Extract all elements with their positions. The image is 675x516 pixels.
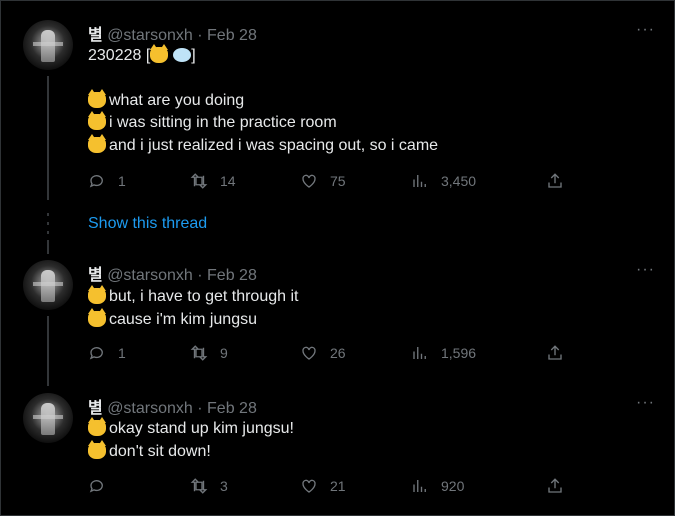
reply-icon	[89, 347, 103, 360]
tweet-actions: 3 21 920	[0, 477, 675, 497]
reply-icon	[89, 480, 103, 493]
tweet-date[interactable]: Feb 28	[207, 267, 257, 284]
share-icon	[548, 173, 562, 188]
thread-gap-dot	[47, 222, 49, 225]
share-icon	[548, 478, 562, 493]
cat-emoji-icon	[88, 111, 106, 130]
views-button[interactable]: 1,596	[411, 344, 476, 362]
separator-dot: ·	[197, 27, 203, 44]
share-button[interactable]	[546, 477, 564, 495]
more-options-icon[interactable]: ···	[636, 261, 655, 279]
tweet-date[interactable]: Feb 28	[207, 400, 257, 417]
tweet-header: 별 @starsonxh · Feb 28	[88, 261, 257, 285]
like-count: 26	[330, 345, 346, 361]
like-button[interactable]: 26	[300, 344, 346, 362]
reply-count: 1	[118, 173, 126, 189]
separator-dot: ·	[197, 267, 203, 284]
like-button[interactable]: 21	[300, 477, 346, 495]
retweet-icon	[190, 345, 208, 361]
tweet-line-row: but, i have to get through it	[88, 285, 299, 309]
user-handle[interactable]: @starsonxh	[107, 27, 193, 44]
tweet-line: i was sitting in the practice room	[109, 114, 337, 131]
more-options-icon[interactable]: ···	[636, 21, 655, 39]
share-button[interactable]	[546, 172, 564, 190]
tweet-line: and i just realized i was spacing out, s…	[109, 137, 439, 154]
views-icon	[413, 480, 426, 492]
thought-balloon-icon	[173, 48, 192, 62]
views-button[interactable]: 920	[411, 477, 464, 495]
retweet-count: 3	[220, 478, 228, 494]
tweet-line-row: what are you doing	[88, 89, 245, 113]
tweet-line: okay stand up kim jungsu!	[109, 420, 294, 437]
display-name[interactable]: 별	[88, 267, 103, 284]
like-icon	[302, 174, 316, 188]
views-icon	[413, 175, 426, 187]
display-name[interactable]: 별	[88, 27, 103, 44]
tweet-line: 230228 [	[88, 47, 151, 64]
tweet-line-row: okay stand up kim jungsu!	[88, 417, 294, 441]
retweet-button[interactable]: 14	[190, 172, 236, 190]
tweet-line: but, i have to get through it	[109, 288, 299, 305]
views-button[interactable]: 3,450	[411, 172, 476, 190]
cat-emoji-icon	[88, 285, 106, 304]
tweet-header: 별 @starsonxh · Feb 28	[88, 21, 257, 45]
avatar[interactable]	[23, 260, 73, 310]
like-button[interactable]: 75	[300, 172, 346, 190]
reply-button[interactable]	[88, 477, 118, 495]
separator-dot: ·	[197, 400, 203, 417]
thread-gap-dot	[47, 231, 49, 234]
cat-emoji-icon	[88, 440, 106, 459]
tweet-actions: 1 14 75 3,450	[0, 172, 675, 192]
retweet-count: 9	[220, 345, 228, 361]
views-icon	[413, 347, 426, 359]
retweet-button[interactable]: 3	[190, 477, 228, 495]
display-name[interactable]: 별	[88, 400, 103, 417]
views-count: 1,596	[441, 345, 477, 361]
reply-icon	[89, 175, 103, 188]
like-icon	[302, 479, 316, 493]
tweet-line: don't sit down!	[109, 443, 211, 460]
show-thread-link[interactable]: Show this thread	[88, 215, 207, 233]
avatar[interactable]	[23, 393, 73, 443]
tweet-text: 230228 []	[88, 44, 196, 68]
cat-emoji-icon	[88, 134, 106, 153]
tweet-line: what are you doing	[109, 92, 245, 109]
cat-emoji-icon	[88, 89, 106, 108]
tweet-line-row: don't sit down!	[88, 440, 211, 464]
tweet-actions: 1 9 26 1,596	[0, 344, 675, 364]
reply-button[interactable]: 1	[88, 172, 126, 190]
user-handle[interactable]: @starsonxh	[107, 400, 193, 417]
tweet-line: cause i'm kim jungsu	[109, 311, 257, 328]
more-options-icon[interactable]: ···	[636, 394, 655, 412]
like-count: 75	[330, 173, 346, 189]
reply-count: 1	[118, 345, 126, 361]
reply-button[interactable]: 1	[88, 344, 126, 362]
cat-emoji-icon	[88, 417, 106, 436]
views-count: 3,450	[441, 173, 477, 189]
cat-emoji-icon	[88, 308, 106, 327]
tweet-line-row: i was sitting in the practice room	[88, 111, 337, 135]
tweet-line-row: cause i'm kim jungsu	[88, 308, 257, 332]
tweet-header: 별 @starsonxh · Feb 28	[88, 394, 257, 418]
tweet-line-row: and i just realized i was spacing out, s…	[88, 134, 439, 158]
cat-emoji-icon	[150, 44, 169, 63]
tweet-date[interactable]: Feb 28	[207, 27, 257, 44]
retweet-icon	[190, 478, 208, 494]
like-count: 21	[330, 478, 346, 494]
tweet-line: ]	[191, 47, 196, 64]
retweet-count: 14	[220, 173, 236, 189]
like-icon	[302, 346, 316, 360]
share-button[interactable]	[546, 344, 564, 362]
views-count: 920	[441, 478, 465, 494]
share-icon	[548, 345, 562, 360]
avatar[interactable]	[23, 20, 73, 70]
retweet-icon	[190, 173, 208, 189]
thread-line	[47, 240, 49, 254]
user-handle[interactable]: @starsonxh	[107, 267, 193, 284]
thread-gap-dot	[47, 213, 49, 216]
retweet-button[interactable]: 9	[190, 344, 228, 362]
